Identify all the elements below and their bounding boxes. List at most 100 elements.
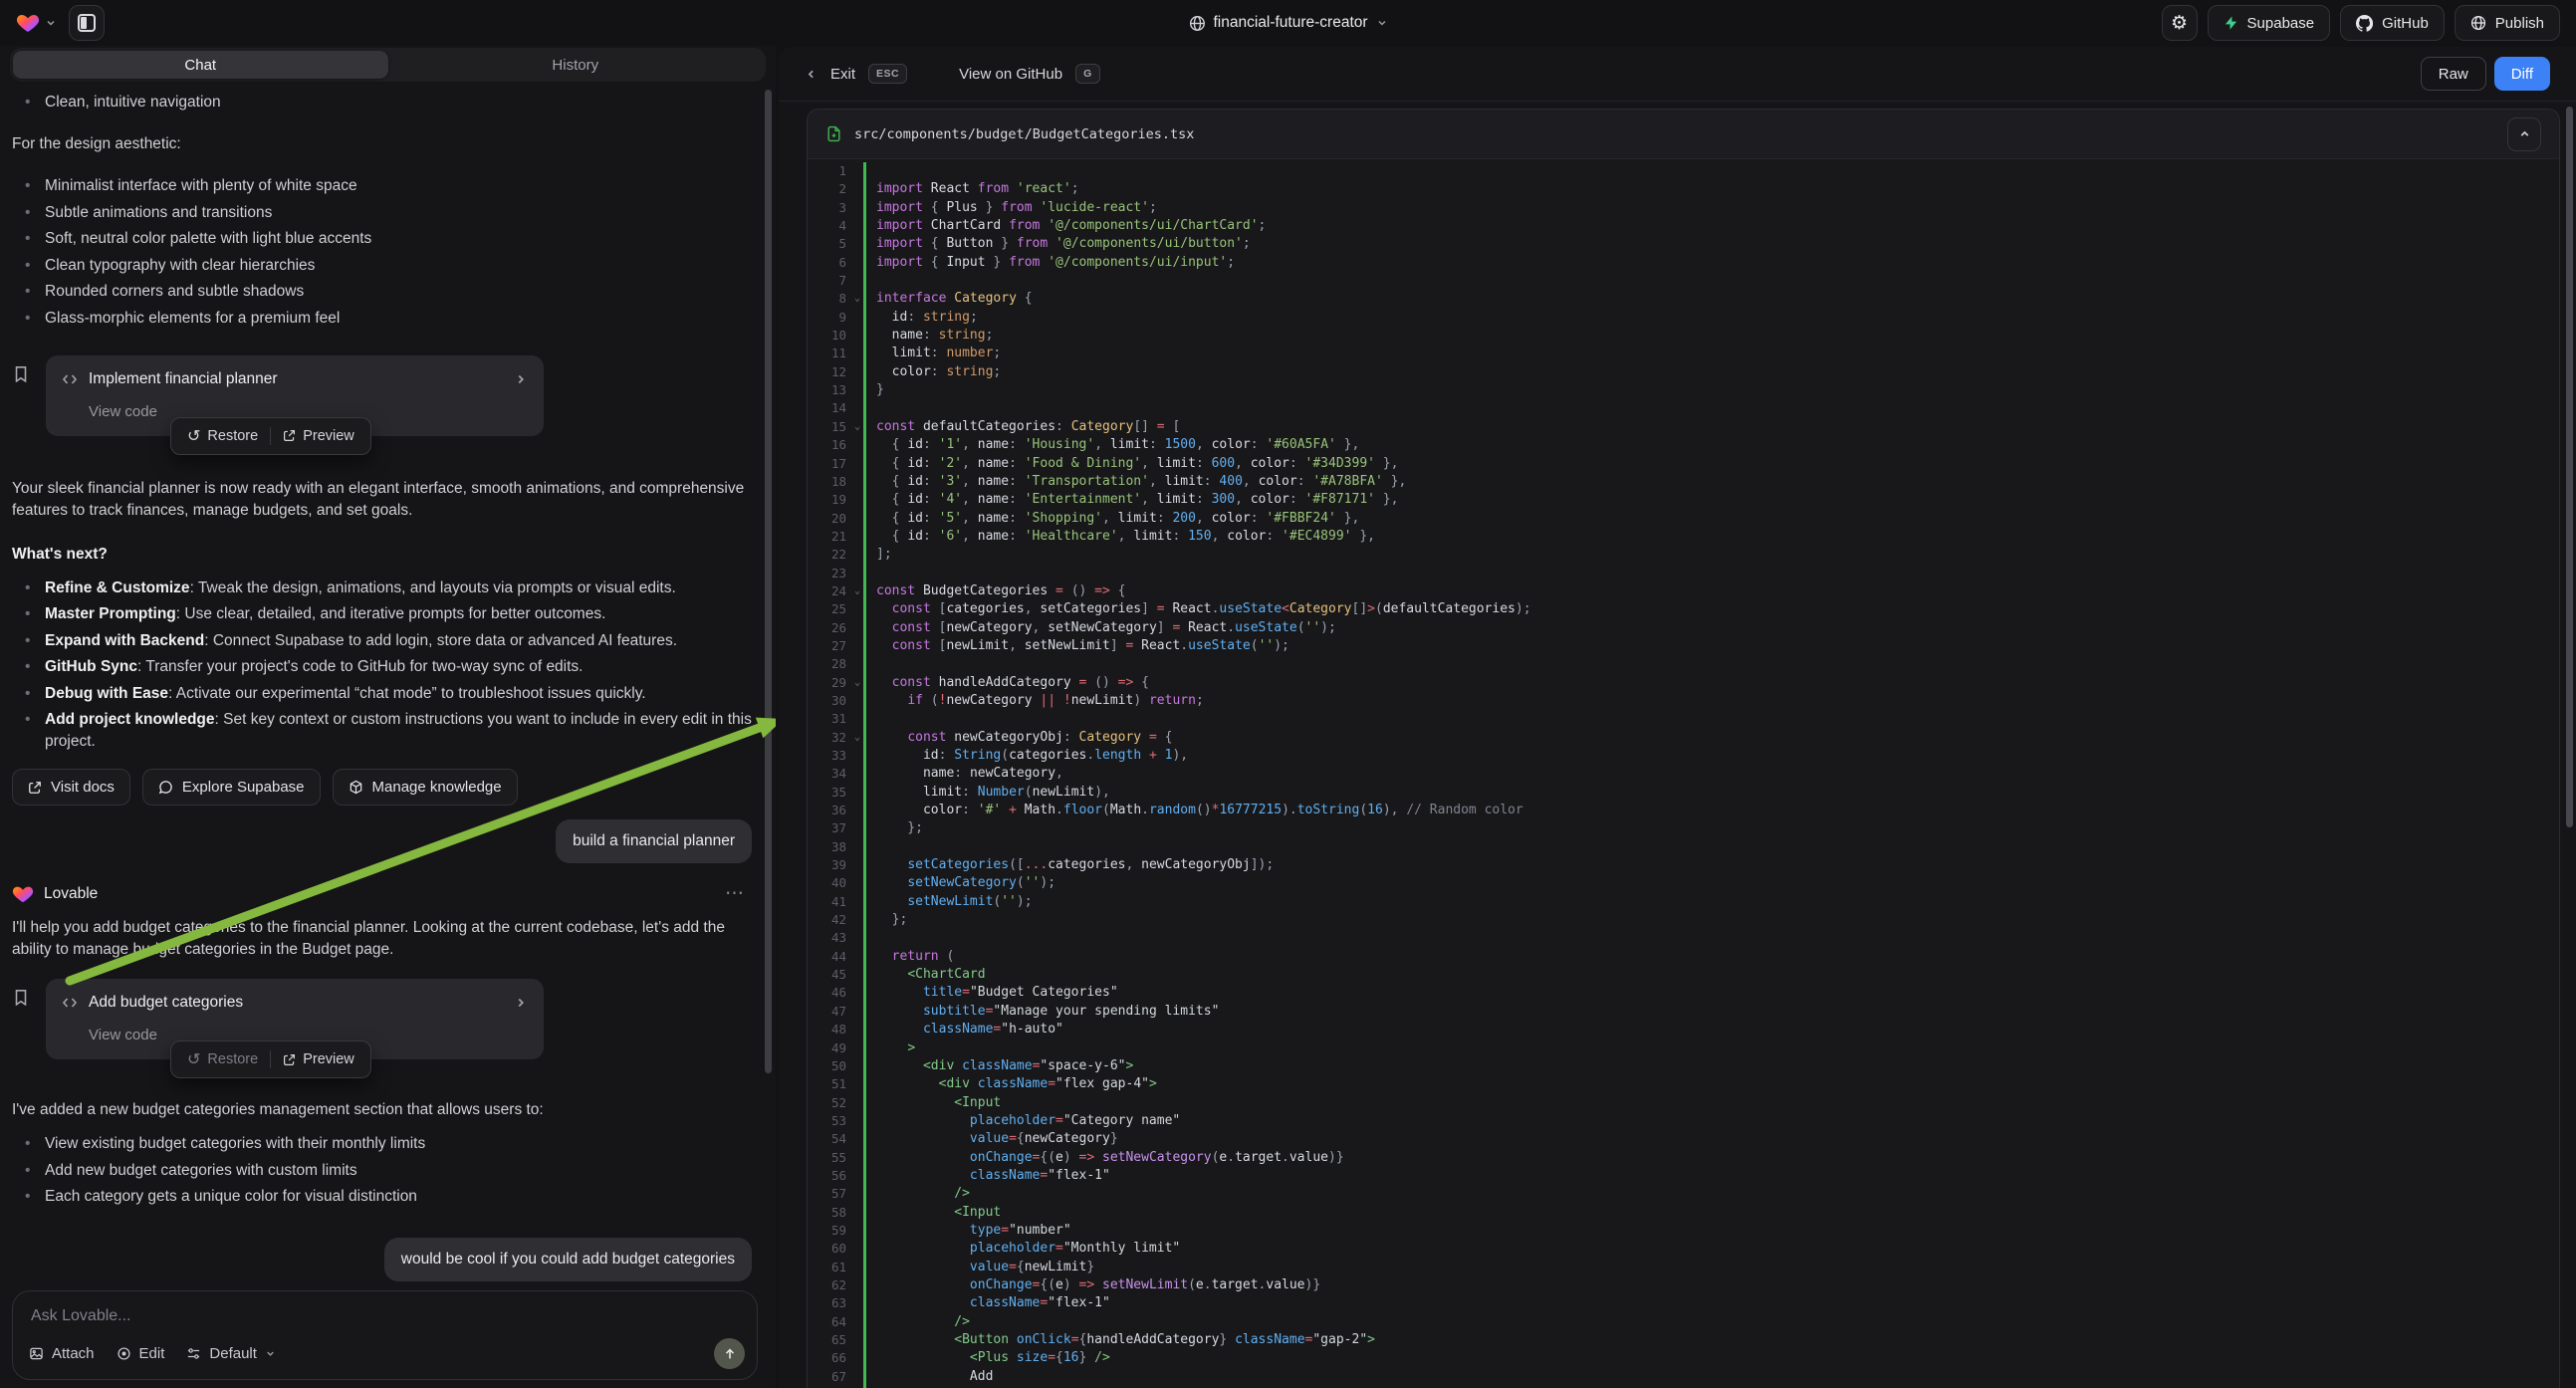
project-selector[interactable]: financial-future-creator [1188, 0, 1387, 46]
code-line: 15⌄const defaultCategories: Category[] =… [808, 418, 2559, 436]
file-header[interactable]: src/components/budget/BudgetCategories.t… [808, 110, 2559, 159]
code-line: 4import ChartCard from '@/components/ui/… [808, 217, 2559, 235]
preview-button[interactable]: Preview [271, 1048, 366, 1070]
code-line: 24⌄const BudgetCategories = () => { [808, 582, 2559, 600]
attach-button[interactable]: Attach [29, 1345, 95, 1362]
lovable-heart-icon [12, 883, 34, 905]
collapse-file-button[interactable] [2507, 117, 2541, 151]
chat-input[interactable] [13, 1291, 757, 1325]
code-line: 53 placeholder="Category name" [808, 1112, 2559, 1130]
chevron-down-icon [265, 1348, 276, 1359]
send-button[interactable] [714, 1338, 745, 1369]
restore-button[interactable]: ↺ Restore [175, 1048, 270, 1070]
code-line: 65 <Button onClick={handleAddCategory} c… [808, 1331, 2559, 1349]
quick-actions: Visit docs Explore Supabase Manage knowl… [12, 769, 752, 806]
list-item: Clean typography with clear hierarchies [12, 255, 752, 277]
bookmark-icon[interactable] [12, 988, 30, 1059]
image-icon [29, 1346, 44, 1361]
edit-button[interactable]: Edit [117, 1345, 165, 1362]
visit-docs-button[interactable]: Visit docs [12, 769, 130, 806]
diff-button[interactable]: Diff [2494, 57, 2550, 91]
list-item: Each category gets a unique color for vi… [12, 1186, 752, 1208]
version-card-implement-financial-planner[interactable]: Implement financial planner View code ↺ … [46, 355, 544, 436]
code-line: 48 className="h-auto" [808, 1021, 2559, 1039]
fold-chevron-icon[interactable]: ⌄ [854, 418, 860, 436]
settings-button[interactable]: ⚙ [2162, 5, 2198, 41]
chevron-right-icon [514, 996, 528, 1010]
sidebar-toggle-button[interactable] [69, 5, 105, 41]
preview-button[interactable]: Preview [271, 425, 366, 447]
globe-icon [2470, 15, 2486, 31]
code-line: 2import React from 'react'; [808, 180, 2559, 198]
code-line: 47 subtitle="Manage your spending limits… [808, 1003, 2559, 1021]
code-line: 67 Add [808, 1368, 2559, 1386]
code-line: 42 }; [808, 911, 2559, 929]
external-link-icon [283, 429, 296, 442]
list-item: View existing budget categories with the… [12, 1133, 752, 1155]
code-line: 11 limit: number; [808, 345, 2559, 362]
github-icon [2356, 15, 2373, 32]
chevron-left-icon [805, 68, 818, 81]
code-line: 8⌄interface Category { [808, 290, 2559, 308]
chat-message-list: Clean, intuitive navigation For the desi… [12, 86, 752, 1284]
assistant-text: I've added a new budget categories manag… [12, 1099, 752, 1121]
bookmark-icon[interactable] [12, 364, 30, 436]
tab-history[interactable]: History [388, 51, 764, 79]
package-icon [349, 780, 363, 795]
fold-chevron-icon[interactable]: ⌄ [854, 290, 860, 308]
assistant-name: Lovable [44, 883, 98, 905]
version-card-add-budget-categories[interactable]: Add budget categories View code ↺ Restor… [46, 979, 544, 1059]
code-line: 63 className="flex-1" [808, 1294, 2559, 1312]
composer: Attach Edit Default [12, 1290, 758, 1380]
code-line: 55 onChange={(e) => setNewCategory(e.tar… [808, 1149, 2559, 1167]
external-link-icon [283, 1053, 296, 1066]
code-view-panel: Exit ESC View on GitHub G Raw Diff src/c… [779, 47, 2576, 1388]
restore-button[interactable]: ↺ Restore [175, 425, 270, 447]
code-line: 35 limit: Number(newLimit), [808, 784, 2559, 802]
manage-knowledge-button[interactable]: Manage knowledge [333, 769, 518, 806]
list-item: Add project knowledge: Set key context o… [12, 709, 752, 753]
view-on-github-link[interactable]: View on GitHub [959, 66, 1062, 83]
fold-chevron-icon[interactable]: ⌄ [854, 674, 860, 692]
tab-chat[interactable]: Chat [13, 51, 388, 79]
list-item: Soft, neutral color palette with light b… [12, 228, 752, 250]
list-item: Clean, intuitive navigation [12, 92, 752, 114]
fold-chevron-icon[interactable]: ⌄ [854, 582, 860, 600]
added-features-list: View existing budget categories with the… [12, 1133, 752, 1208]
code-line: 49 > [808, 1040, 2559, 1057]
github-button[interactable]: GitHub [2340, 5, 2445, 41]
chat-scrollbar[interactable] [765, 90, 772, 1073]
fold-chevron-icon[interactable]: ⌄ [854, 729, 860, 747]
message-menu-button[interactable]: ⋯ [725, 883, 752, 905]
chevron-right-icon [514, 372, 528, 386]
code-line: 54 value={newCategory} [808, 1130, 2559, 1148]
file-added-icon [825, 125, 842, 142]
publish-button[interactable]: Publish [2455, 5, 2560, 41]
code-line: 12 color: string; [808, 363, 2559, 381]
code-line: 45 <ChartCard [808, 966, 2559, 984]
supabase-icon [2224, 15, 2238, 31]
file-path: src/components/budget/BudgetCategories.t… [854, 126, 1194, 142]
mode-selector[interactable]: Default [186, 1345, 276, 1362]
code-line: 25 const [categories, setCategories] = R… [808, 600, 2559, 618]
editor-scrollbar[interactable] [2566, 107, 2573, 827]
chevron-up-icon [2518, 127, 2531, 140]
code-line: 14 [808, 399, 2559, 417]
code-line: 26 const [newCategory, setNewCategory] =… [808, 619, 2559, 637]
lovable-logo-menu[interactable] [16, 11, 57, 35]
code-line: 39 setCategories([...categories, newCate… [808, 856, 2559, 874]
code-line: 7 [808, 272, 2559, 290]
app-window: financial-future-creator ⚙ Supabase GitH… [0, 0, 2576, 1388]
supabase-button[interactable]: Supabase [2208, 5, 2331, 41]
code-line: 20 { id: '5', name: 'Shopping', limit: 2… [808, 510, 2559, 528]
code-icon [62, 371, 78, 387]
globe-icon [1188, 15, 1205, 32]
code-line: 6import { Input } from '@/components/ui/… [808, 254, 2559, 272]
code-line: 58 <Input [808, 1204, 2559, 1222]
editor-header: Exit ESC View on GitHub G Raw Diff [779, 47, 2576, 102]
code-line: 41 setNewLimit(''); [808, 893, 2559, 911]
exit-button[interactable]: Exit [830, 66, 855, 83]
code-line: 33 id: String(categories.length + 1), [808, 747, 2559, 765]
raw-button[interactable]: Raw [2421, 57, 2486, 91]
explore-supabase-button[interactable]: Explore Supabase [142, 769, 321, 806]
